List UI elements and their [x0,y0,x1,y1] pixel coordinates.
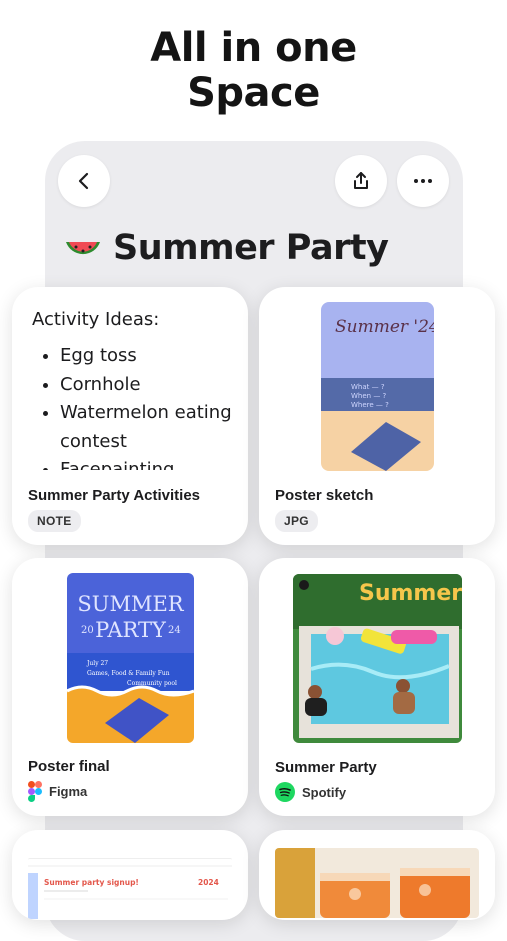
card-label: Summer Party [275,759,377,776]
source-badge: Spotify [275,782,346,802]
spotify-icon [275,782,295,802]
photo-thumbnail [275,848,479,918]
sheet-art: Summer party signup! 2024 [28,865,232,919]
share-button[interactable] [335,155,387,207]
headline-line-1: All in one [150,25,357,71]
source-name: Figma [49,784,88,799]
playlist-cover: Summer Party [293,574,462,743]
figma-icon [28,781,42,802]
poster-line: July 27 [86,660,108,667]
note-list-item: Egg toss [60,342,242,371]
collection-title-row: Summer Party [63,222,389,274]
file-type-badge: JPG [275,510,318,532]
poster-title-1: SUMMER [77,592,184,616]
note-preview: Activity Ideas: Egg toss Cornhole Waterm… [32,305,242,470]
poster-sketch-art: Summer '24 Party What — ? When — ? Where… [321,302,434,471]
signup-sheet-card[interactable]: Summer party signup! 2024 [12,830,248,920]
source-badge: Figma [28,781,87,802]
poster-line: Community pool [127,680,177,687]
note-list-item: Facepainting [60,456,242,470]
more-options-button[interactable] [397,155,449,207]
file-type-badge: NOTE [28,510,81,532]
photo-art [275,848,479,918]
sketch-title: Summer '24 Party [335,317,434,337]
card-label: Poster final [28,758,110,775]
card-label: Summer Party Activities [28,487,201,504]
poster-sketch-thumbnail: Summer '24 Party What — ? When — ? Where… [321,302,434,471]
back-button[interactable] [58,155,110,207]
headline-line-2: Space [187,70,320,116]
note-list: Egg toss Cornhole Watermelon eating cont… [32,342,242,470]
poster-final-card[interactable]: SUMMER PARTY 20 24 July 27 Games, Food &… [12,558,248,816]
playlist-cover-art: Summer Party [293,574,462,743]
share-icon [354,172,368,189]
source-name: Spotify [302,784,347,800]
playlist-cover-title: Summer Party [359,581,462,606]
poster-final-art: SUMMER PARTY 20 24 July 27 Games, Food &… [67,573,194,743]
sheet-title: Summer party signup! [44,878,139,887]
card-label: Poster sketch [275,487,374,504]
sheet-year: 2024 [198,878,219,887]
headline: All in one Space [0,26,507,116]
sketch-line: When — ? [351,392,387,400]
poster-sketch-card[interactable]: Summer '24 Party What — ? When — ? Where… [259,287,495,545]
poster-title-2: PARTY [95,618,167,642]
note-list-item: Watermelon eating contest [60,399,242,456]
chevron-left-icon [78,172,89,190]
poster-year-left: 20 [81,625,94,636]
drinks-photo-card[interactable] [259,830,495,920]
note-card[interactable]: Activity Ideas: Egg toss Cornhole Waterm… [12,287,248,545]
spotify-playlist-card[interactable]: Summer Party Summer Party Spotify [259,558,495,816]
ellipsis-icon [414,179,432,183]
poster-line: Games, Food & Family Fun [87,670,170,677]
note-list-item: Cornhole [60,371,242,400]
collection-title: Summer Party [113,228,389,268]
poster-final-thumbnail: SUMMER PARTY 20 24 July 27 Games, Food &… [67,573,194,743]
sketch-line: Where — ? [351,401,389,409]
sketch-line: What — ? [351,383,385,391]
watermelon-icon [66,242,100,255]
poster-year-right: 24 [168,625,181,636]
sheet-thumbnail: Summer party signup! 2024 [28,858,232,919]
note-heading: Activity Ideas: [32,309,160,330]
